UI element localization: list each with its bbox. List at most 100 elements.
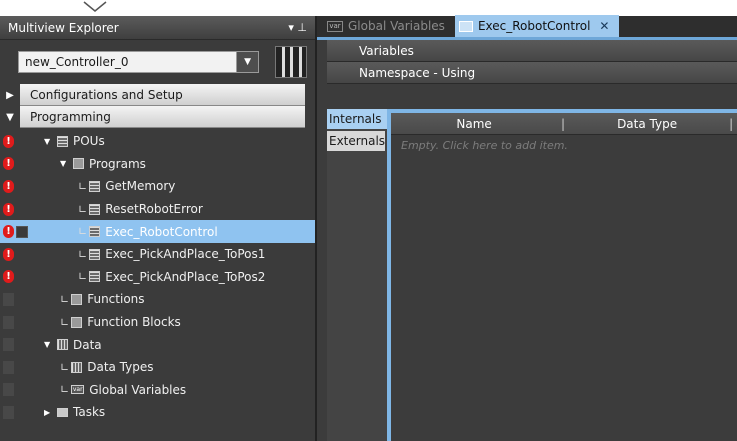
tree-connector: ∟ [78, 202, 88, 216]
error-icon: ! [3, 202, 14, 216]
program-icon [89, 226, 101, 238]
expand-down-icon[interactable]: ▼ [0, 106, 20, 128]
tree-item[interactable]: ∟ Functions [0, 288, 315, 311]
error-icon: ! [3, 179, 14, 193]
status-gutter [0, 360, 36, 374]
tree-item-label: POUs [73, 134, 105, 149]
tree-connector: ∟ [78, 225, 88, 239]
tree-connector: ∟ [60, 383, 70, 397]
variables-label: Variables [359, 43, 414, 58]
programming-tree: ! ▼ POUs! ▼ Programs! ∟ GetMemory! ∟ ResetRobotE… [0, 130, 315, 424]
column-name[interactable]: Name [391, 117, 557, 131]
expand-down-icon[interactable]: ▼ [44, 137, 54, 146]
function-blocks-icon [71, 316, 83, 328]
section-programming[interactable]: ▼ Programming [0, 106, 315, 128]
status-gutter: ! [0, 270, 36, 284]
expand-down-icon[interactable]: ▼ [44, 340, 54, 349]
tree-item-label: Exec_PickAndPlace_ToPos1 [105, 247, 266, 262]
functions-icon [71, 293, 83, 305]
program-icon [89, 248, 101, 260]
tree-item[interactable]: ! ∟ Exec_PickAndPlace_ToPos1 [0, 243, 315, 266]
tree-item-label: Programs [89, 156, 146, 171]
expand-right-icon[interactable]: ▶ [44, 408, 54, 417]
tree-item-label: ResetRobotError [105, 202, 203, 217]
tree-item[interactable]: ! ∟ Exec_PickAndPlace_ToPos2 [0, 266, 315, 289]
status-gutter: ! [0, 157, 36, 171]
controller-select[interactable]: new_Controller_0 ▼ [18, 51, 260, 73]
tree-item[interactable]: ! ∟ GetMemory [0, 175, 315, 198]
status-gutter: ! [0, 134, 36, 148]
tab-internals[interactable]: Internals [327, 109, 389, 129]
status-gutter: ! [0, 179, 36, 193]
tab-label: Exec_RobotControl [477, 19, 591, 33]
tab-global-variables[interactable]: var Global Variables [323, 15, 455, 37]
doc-icon [57, 135, 68, 147]
window-chevron-icon [83, 1, 107, 12]
chevron-down-icon[interactable]: ▼ [236, 52, 259, 72]
controller-device-icon[interactable] [275, 46, 307, 78]
expand-right-icon[interactable]: ▶ [0, 84, 20, 106]
program-icon [458, 20, 473, 32]
blank-marker [3, 292, 14, 306]
controller-row: new_Controller_0 ▼ [0, 40, 315, 84]
blank-marker [3, 360, 14, 374]
variables-header[interactable]: Variables [327, 40, 737, 62]
status-gutter [0, 383, 36, 397]
column-separator[interactable]: | [557, 117, 569, 131]
tree-connector: ∟ [78, 247, 88, 261]
error-icon: ! [3, 157, 14, 171]
program-icon [89, 203, 101, 215]
tree-item[interactable]: ! ▼ POUs [0, 130, 315, 153]
tree-item[interactable]: ! ▼ Programs [0, 153, 315, 176]
program-icon [89, 180, 101, 192]
controller-select-value: new_Controller_0 [19, 52, 237, 72]
selection-marker [16, 225, 28, 238]
tree-item[interactable]: ∟ Data Types [0, 356, 315, 379]
status-gutter [0, 315, 36, 329]
section-label: Configurations and Setup [20, 84, 305, 106]
tree-connector: ∟ [60, 315, 70, 329]
section-label: Programming [20, 106, 305, 128]
editor-tabbar: var Global Variables Exec_RobotControl ✕ [317, 15, 737, 40]
pin-icon[interactable]: ▾ ⊥ [288, 21, 307, 34]
global-variables-icon: var [71, 385, 85, 395]
empty-table-hint[interactable]: Empty. Click here to add item. [391, 135, 737, 156]
variables-area: Internals Externals Name | Data Type | E… [327, 109, 737, 441]
tree-item-label: Exec_PickAndPlace_ToPos2 [105, 269, 266, 284]
tree-connector: ∟ [60, 360, 70, 374]
tree-item-label: Function Blocks [87, 315, 181, 330]
tab-exec-robotcontrol[interactable]: Exec_RobotControl ✕ [454, 15, 620, 37]
tasks-icon [57, 407, 68, 417]
status-gutter: ! [0, 247, 36, 261]
expand-down-icon[interactable]: ▼ [60, 159, 70, 168]
close-icon[interactable]: ✕ [599, 19, 609, 33]
tree-item[interactable]: ∟ var Global Variables [0, 379, 315, 402]
namespace-label: Namespace - Using [359, 65, 476, 80]
programs-icon [73, 158, 84, 170]
program-icon [89, 271, 101, 283]
blank-marker [3, 315, 14, 329]
section-configurations[interactable]: ▶ Configurations and Setup [0, 84, 315, 106]
tree-item-label: Global Variables [89, 382, 187, 397]
tree-item[interactable]: ▼ Data [0, 333, 315, 356]
tab-externals[interactable]: Externals [327, 131, 385, 151]
status-gutter [0, 405, 36, 419]
namespace-header[interactable]: Namespace - Using [327, 62, 737, 84]
tree-item[interactable]: ▶ Tasks [0, 401, 315, 424]
tree-item[interactable]: ! ∟ ResetRobotError [0, 198, 315, 221]
tree-connector: ∟ [60, 292, 70, 306]
error-icon: ! [3, 247, 14, 261]
column-data-type[interactable]: Data Type [569, 117, 725, 131]
status-gutter [0, 292, 36, 306]
tree-item-label: Exec_RobotControl [105, 224, 218, 239]
blank-marker [3, 405, 14, 419]
tree-item-label: Tasks [73, 405, 106, 420]
tree-item[interactable]: ! ∟ Exec_RobotControl [0, 220, 315, 243]
tree-connector: ∟ [78, 179, 88, 193]
variables-table[interactable]: Name | Data Type | Empty. Click here to … [387, 109, 737, 441]
column-separator[interactable]: | [725, 117, 737, 131]
error-icon: ! [3, 134, 14, 148]
tree-item[interactable]: ∟ Function Blocks [0, 311, 315, 334]
tree-item-label: GetMemory [105, 179, 176, 194]
explorer-title: Multiview Explorer [8, 20, 119, 35]
